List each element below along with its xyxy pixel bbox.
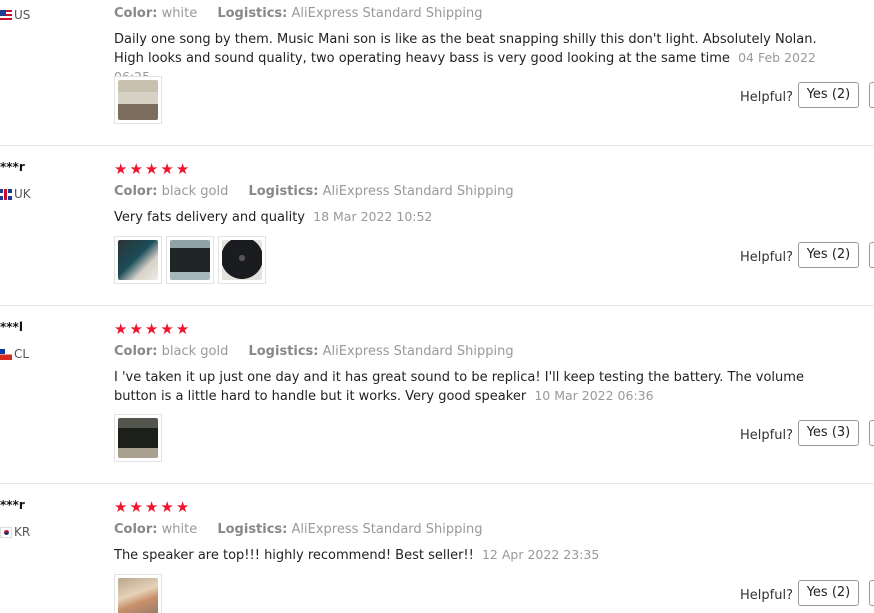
review-text-block: The speaker are top!!! highly recommend!… [114,546,834,565]
helpful-label: Helpful? [740,428,793,443]
color-label: Color: [114,522,158,537]
review-photo-thumbnail[interactable] [166,236,214,284]
review-item: ***l CL ★ ★ ★ ★ ★ Color: black gold Logi… [0,306,874,484]
star-icon: ★ [144,498,159,516]
star-icon: ★ [160,160,174,178]
review-item: US Color: white Logistics: AliExpress St… [0,0,874,146]
review-photos [114,236,266,284]
user-name: ***r [0,498,25,512]
star-icon: ★ [175,160,190,178]
helpful-no-button[interactable] [869,242,874,268]
helpful-no-button[interactable] [869,420,874,446]
star-icon: ★ [114,498,128,516]
star-icon: ★ [175,498,190,516]
star-icon: ★ [160,498,174,516]
logistics-value: AliExpress Standard Shipping [322,184,514,199]
reviews-page: US Color: white Logistics: AliExpress St… [0,0,874,613]
uk-flag-icon [0,188,12,200]
star-icon: ★ [114,160,128,178]
helpful-yes-button[interactable]: Yes (2) [798,242,859,268]
review-text: Daily one song by them. Music Mani son i… [114,32,817,66]
star-rating: ★ ★ ★ ★ ★ [114,500,189,515]
color-value: black gold [161,344,229,359]
helpful-no-button[interactable] [869,82,874,108]
helpful-no-button[interactable] [869,580,874,606]
review-photo-thumbnail[interactable] [114,236,162,284]
review-date: 10 Mar 2022 06:36 [534,388,654,403]
star-icon: ★ [175,320,190,338]
logistics-label: Logistics: [217,6,288,21]
review-item: ***r UK ★ ★ ★ ★ ★ Color: black gold Logi… [0,146,874,306]
review-item: ***r KR ★ ★ ★ ★ ★ Color: white Logistics… [0,484,874,613]
review-meta: Color: white Logistics: AliExpress Stand… [114,6,483,21]
color-label: Color: [114,344,158,359]
review-photo-thumbnail[interactable] [218,236,266,284]
helpful-yes-button[interactable]: Yes (3) [798,420,859,446]
color-label: Color: [114,184,158,199]
star-icon: ★ [129,160,143,178]
review-text-block: Daily one song by them. Music Mani son i… [114,31,834,87]
logistics-value: AliExpress Standard Shipping [291,522,483,537]
color-label: Color: [114,6,158,21]
country-code: UK [14,187,31,201]
user-name: ***r [0,160,25,174]
star-icon: ★ [144,320,159,338]
review-text: The speaker are top!!! highly recommend!… [114,548,474,563]
cl-flag-icon [0,348,12,360]
helpful-label: Helpful? [740,90,793,105]
review-photo-thumbnail[interactable] [114,76,162,124]
review-meta: Color: black gold Logistics: AliExpress … [114,344,514,359]
star-icon: ★ [129,498,143,516]
star-icon: ★ [129,320,143,338]
review-text: Very fats delivery and quality [114,210,305,225]
country-code: CL [14,347,30,361]
helpful-label: Helpful? [740,588,793,603]
review-meta: Color: white Logistics: AliExpress Stand… [114,522,483,537]
user-country: US [0,8,30,22]
star-icon: ★ [114,320,128,338]
review-text-block: I 've taken it up just one day and it ha… [114,369,834,406]
logistics-label: Logistics: [248,184,319,199]
review-date: 12 Apr 2022 23:35 [481,547,600,562]
review-photos [114,414,162,462]
star-rating: ★ ★ ★ ★ ★ [114,322,189,337]
review-photo-thumbnail[interactable] [114,574,162,613]
review-text: I 've taken it up just one day and it ha… [114,370,804,404]
logistics-label: Logistics: [217,522,288,537]
user-country: KR [0,525,30,539]
review-photos [114,574,162,613]
user-name: ***l [0,320,23,334]
star-rating: ★ ★ ★ ★ ★ [114,162,189,177]
country-code: KR [14,525,31,539]
kr-flag-icon [0,526,12,538]
color-value: black gold [161,184,229,199]
country-code: US [14,8,31,22]
review-date: 18 Mar 2022 10:52 [313,209,433,224]
review-meta: Color: black gold Logistics: AliExpress … [114,184,514,199]
logistics-value: AliExpress Standard Shipping [322,344,514,359]
color-value: white [161,6,198,21]
review-text-block: Very fats delivery and quality 18 Mar 20… [114,208,834,227]
helpful-label: Helpful? [740,250,793,265]
helpful-yes-button[interactable]: Yes (2) [798,82,859,108]
helpful-yes-button[interactable]: Yes (2) [798,580,859,606]
review-photo-thumbnail[interactable] [114,414,162,462]
user-country: UK [0,187,31,201]
logistics-value: AliExpress Standard Shipping [291,6,483,21]
star-icon: ★ [160,320,174,338]
review-photos [114,76,162,124]
us-flag-icon [0,9,12,21]
logistics-label: Logistics: [248,344,319,359]
star-icon: ★ [144,160,159,178]
user-country: CL [0,347,29,361]
color-value: white [161,522,198,537]
